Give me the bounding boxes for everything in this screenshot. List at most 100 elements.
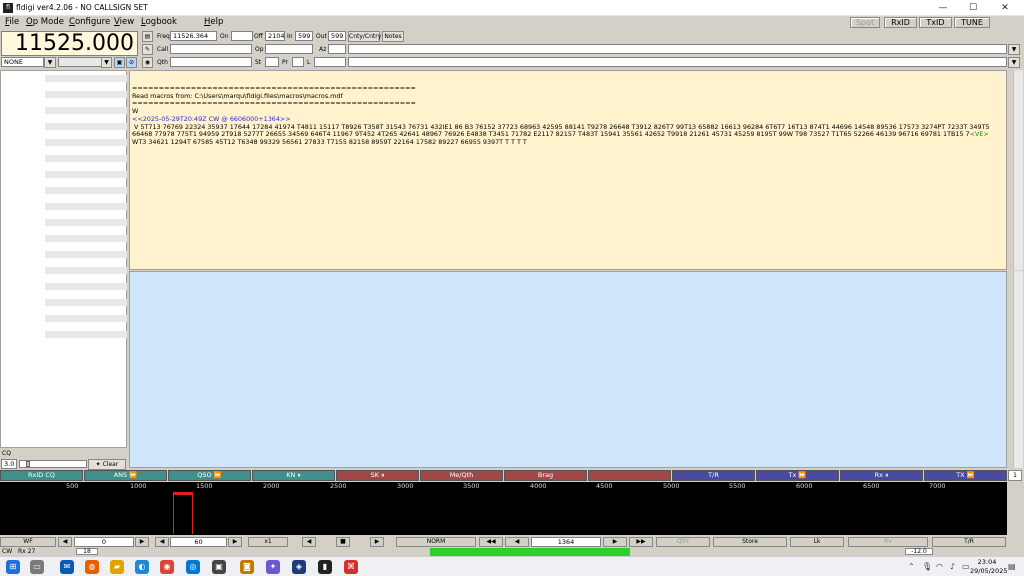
state-field[interactable]: [265, 57, 279, 67]
star-app-icon[interactable]: ✦: [266, 560, 280, 574]
macro-button-12[interactable]: TX ⏩: [924, 470, 1007, 481]
outlook-icon[interactable]: ✉: [60, 560, 74, 574]
menu-logbook[interactable]: Logbook: [141, 17, 177, 27]
country-field[interactable]: [348, 44, 1007, 54]
folder-icon[interactable]: ▰: [110, 560, 124, 574]
rst-out-field[interactable]: 599: [328, 31, 346, 41]
pan-right-button[interactable]: ▶: [370, 537, 384, 547]
outlook-new-icon[interactable]: ◎: [186, 560, 200, 574]
menu-file[interactable]: File: [5, 17, 19, 27]
macro-button-11[interactable]: Rx ⏸: [840, 470, 923, 481]
center-button[interactable]: ■: [336, 537, 350, 547]
call-field[interactable]: [170, 44, 252, 54]
province-field[interactable]: [292, 57, 304, 67]
maximize-button[interactable]: ☐: [958, 0, 988, 16]
close-button[interactable]: ✕: [990, 0, 1020, 16]
windows-start-icon[interactable]: ⊞: [6, 560, 20, 574]
clock-time[interactable]: 23:04: [972, 558, 1002, 566]
chevron-down-icon[interactable]: ▼: [1008, 57, 1020, 68]
notification-icon[interactable]: ▤: [1008, 562, 1016, 571]
lookup-icon[interactable]: ✎: [142, 44, 153, 55]
tray-chevron-icon[interactable]: ⌃: [908, 562, 915, 571]
carrier-frequency-field[interactable]: 1364: [531, 537, 601, 547]
wf-offset-field[interactable]: 0: [74, 537, 134, 547]
menu-view[interactable]: View: [114, 17, 134, 27]
task-view-icon[interactable]: ▭: [30, 560, 44, 574]
clear-log-icon[interactable]: ⊘: [126, 57, 137, 68]
qsy-button[interactable]: QSY: [656, 537, 710, 547]
remote-icon[interactable]: ▣: [212, 560, 226, 574]
txid-button[interactable]: TxID: [919, 17, 952, 28]
menu-configure[interactable]: Configure: [69, 17, 110, 27]
macro-button-2[interactable]: ANS ⏩: [84, 470, 167, 481]
tuning-cursor[interactable]: [173, 492, 193, 534]
off-field[interactable]: 2104: [265, 31, 285, 41]
store-button[interactable]: Store: [713, 537, 787, 547]
minimize-button[interactable]: —: [928, 0, 958, 16]
clock-date[interactable]: 29/05/2025: [970, 567, 1007, 575]
fldigi-taskbar-icon[interactable]: ▮: [318, 560, 332, 574]
acrobat-icon[interactable]: ⌘: [344, 560, 358, 574]
rst-in-field[interactable]: 599: [295, 31, 313, 41]
country-button[interactable]: Cnty/Cntry: [348, 31, 381, 42]
clear-button[interactable]: ✦ Clear: [88, 459, 126, 470]
media-icon[interactable]: ◙: [240, 560, 254, 574]
macro-button-5[interactable]: SK ⏸: [336, 470, 419, 481]
edge-icon[interactable]: ◐: [135, 560, 149, 574]
menu-help[interactable]: Help: [204, 17, 223, 27]
step-right-button[interactable]: ▶: [603, 537, 627, 547]
menu-op-mode[interactable]: Op Mode: [26, 17, 64, 27]
spot-button[interactable]: Spot: [850, 17, 880, 28]
battery-icon[interactable]: ▭: [962, 562, 970, 571]
wf-button[interactable]: WF: [0, 537, 56, 547]
wifi-icon[interactable]: ◠: [936, 562, 943, 571]
macro-button-1[interactable]: RxID CQ: [0, 470, 83, 481]
rx-scrollbar[interactable]: [1013, 70, 1023, 270]
chrome-icon[interactable]: ◉: [160, 560, 174, 574]
notes-field[interactable]: [348, 57, 1007, 67]
macro-button-7[interactable]: Brag: [504, 470, 587, 481]
squelch-slider[interactable]: [19, 460, 87, 468]
az-field[interactable]: [328, 44, 346, 54]
speaker-icon[interactable]: ♪: [950, 562, 955, 571]
wf-decrease-button[interactable]: ◀: [58, 537, 72, 547]
save-icon[interactable]: ▣: [114, 57, 125, 68]
tx-scrollbar[interactable]: [1013, 271, 1023, 468]
macro-button-9[interactable]: T/R: [672, 470, 755, 481]
macro-page-button[interactable]: 1: [1008, 470, 1022, 481]
vscode-icon[interactable]: ◈: [292, 560, 306, 574]
notes-button[interactable]: Notes: [382, 31, 404, 42]
tune-button[interactable]: TUNE: [954, 17, 990, 28]
mode-status[interactable]: CW: [2, 548, 12, 555]
op-field[interactable]: [265, 44, 313, 54]
fast-rewind-button[interactable]: ◀◀: [479, 537, 503, 547]
pan-left-button[interactable]: ◀: [302, 537, 316, 547]
chevron-down-icon[interactable]: ▼: [101, 57, 112, 68]
macro-button-8[interactable]: [588, 470, 671, 481]
lock-button[interactable]: Lk: [790, 537, 844, 547]
qth-field[interactable]: [170, 57, 252, 67]
macro-button-6[interactable]: Me/Qth: [420, 470, 503, 481]
level-status[interactable]: 18: [76, 548, 98, 555]
wf-increase-button[interactable]: ▶: [135, 537, 149, 547]
speed-increase-button[interactable]: ▶: [228, 537, 242, 547]
tx-text-pane[interactable]: [129, 271, 1007, 468]
db-status[interactable]: -12.0: [905, 548, 933, 555]
speed-decrease-button[interactable]: ◀: [155, 537, 169, 547]
rxid-button[interactable]: RxID: [884, 17, 917, 28]
waterfall-mode-button[interactable]: NORM: [396, 537, 476, 547]
rx-text-pane[interactable]: ========================================…: [129, 70, 1007, 270]
microphone-icon[interactable]: 🎙: [922, 562, 932, 571]
fast-forward-button[interactable]: ▶▶: [629, 537, 653, 547]
frequency-display[interactable]: 11525.000: [1, 31, 138, 56]
firefox-icon[interactable]: ◍: [85, 560, 99, 574]
zoom-button[interactable]: x1: [248, 537, 288, 547]
step-left-button[interactable]: ◀: [505, 537, 529, 547]
tr-button[interactable]: T/R: [932, 537, 1006, 547]
on-field[interactable]: [231, 31, 253, 41]
macro-button-4[interactable]: KN ⏸: [252, 470, 335, 481]
slider-handle[interactable]: [26, 461, 30, 467]
globe-icon[interactable]: ◉: [142, 57, 153, 68]
macro-button-3[interactable]: QSO ⏩: [168, 470, 251, 481]
band-select[interactable]: NONE: [1, 57, 44, 67]
